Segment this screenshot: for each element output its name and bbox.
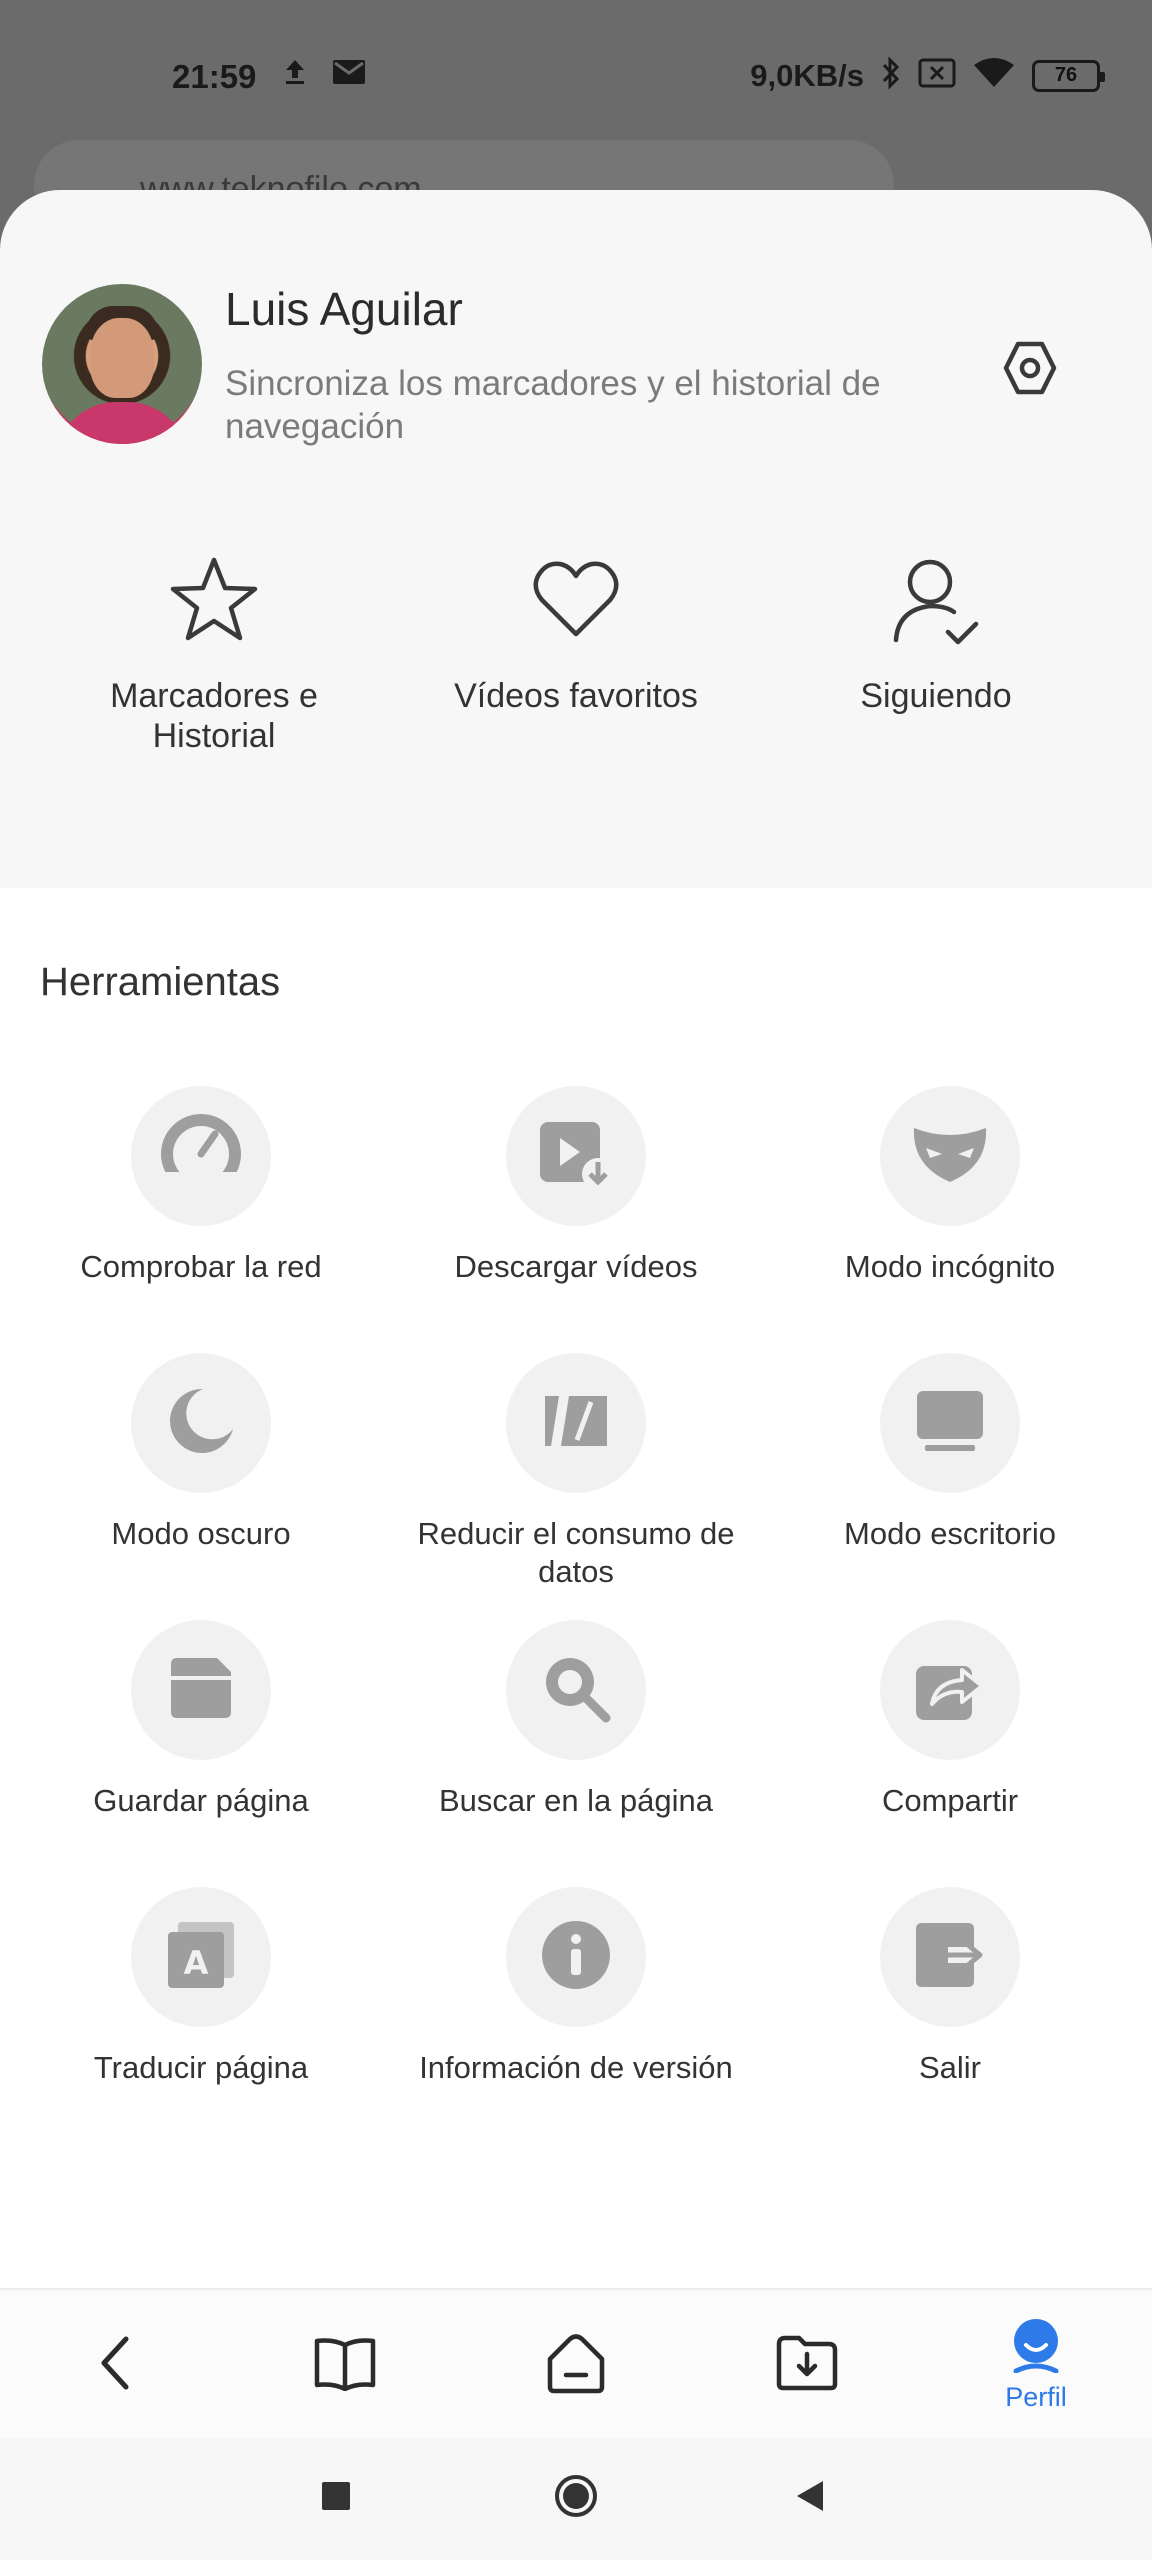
wifi-icon [972,57,1016,94]
tool-incognito[interactable]: Modo incógnito [760,1086,1140,1286]
upload-icon [282,58,308,91]
tools-section: Herramientas Comprobar la red Descargar … [0,888,1152,2288]
bluetooth-icon [880,56,902,95]
home-icon [544,2331,608,2400]
heart-icon [526,550,626,650]
exit-icon [914,1921,986,1994]
tool-label: Buscar en la página [438,1783,714,1818]
no-sim-icon [918,58,956,93]
tool-label: Modo escritorio [844,1516,1056,1551]
favorite-videos-button[interactable]: Vídeos favoritos [396,550,756,716]
sync-description[interactable]: Sincroniza los marcadores y el historial… [225,362,925,448]
star-icon [164,550,264,650]
tool-label: Reducir el consumo de datos [417,1516,735,1589]
recents-button[interactable] [306,2468,366,2528]
tool-label: Modo incógnito [844,1249,1056,1284]
tool-label: Comprobar la red [80,1249,322,1284]
favorite-videos-label: Vídeos favoritos [454,677,698,715]
tool-label: Modo oscuro [111,1516,291,1551]
tool-translate-page[interactable]: A Traducir página [11,1887,391,2087]
tool-desktop-mode[interactable]: Modo escritorio [760,1353,1140,1553]
profile-nav-label: Perfil [1005,2382,1067,2412]
bookmarks-history-label: Marcadores e Historial [110,677,318,755]
avatar[interactable] [42,284,202,444]
desktop-icon [915,1389,985,1458]
info-icon [540,1919,612,1996]
following-button[interactable]: Siguiendo [756,550,1116,716]
network-speed: 9,0KB/s [750,57,864,93]
settings-hexagon-icon [1001,339,1059,402]
tool-label: Traducir página [93,2050,309,2085]
back-button[interactable] [44,2290,184,2440]
system-navigation-bar [0,2438,1152,2560]
bookmarks-nav-button[interactable] [275,2290,415,2440]
speedometer-icon [159,1112,243,1201]
battery-indicator: 76 [1032,59,1105,92]
tool-check-network[interactable]: Comprobar la red [11,1086,391,1286]
tool-find-in-page[interactable]: Buscar en la página [386,1620,766,1820]
tool-exit[interactable]: Salir [760,1887,1140,2087]
bottom-navigation: Perfil [0,2288,1152,2438]
square-icon [321,2481,351,2516]
data-saver-icon [541,1388,611,1459]
tool-save-page[interactable]: Guardar página [11,1620,391,1820]
triangle-back-icon [793,2479,827,2518]
tool-download-videos[interactable]: Descargar vídeos [386,1086,766,1286]
profile-nav-button[interactable]: Perfil [966,2290,1106,2440]
settings-button[interactable] [990,330,1070,410]
moon-icon [165,1385,237,1462]
status-bar: 21:59 9,0KB/s 76 [0,0,1152,150]
home-system-button[interactable] [546,2468,606,2528]
tool-label: Información de versión [419,2050,733,2085]
svg-text:A: A [184,1944,209,1982]
chevron-left-icon [94,2333,134,2398]
translate-icon: A [166,1920,236,1995]
tool-data-saver[interactable]: Reducir el consumo de datos [386,1353,766,1591]
tool-label: Salir [918,2050,981,2085]
mail-icon [332,59,366,90]
tool-version-info[interactable]: Información de versión [386,1887,766,2087]
tool-dark-mode[interactable]: Modo oscuro [11,1353,391,1553]
search-icon [540,1652,612,1729]
tool-label: Guardar página [93,1783,309,1818]
tool-share[interactable]: Compartir [760,1620,1140,1820]
folder-download-icon [775,2334,839,2397]
tools-title: Herramientas [40,960,281,1004]
home-nav-button[interactable] [506,2290,646,2440]
bookmarks-history-button[interactable]: Marcadores e Historial [34,550,394,756]
circle-icon [554,2474,598,2523]
profile-sheet: Luis Aguilar Sincroniza los marcadores y… [0,190,1152,2560]
following-label: Siguiendo [860,677,1012,715]
save-icon [167,1654,235,1727]
profile-icon [1008,2317,1064,2378]
user-check-icon [886,550,986,650]
back-system-button[interactable] [780,2468,840,2528]
tool-label: Compartir [881,1783,1019,1818]
user-name[interactable]: Luis Aguilar [225,282,463,336]
tool-label: Descargar vídeos [454,1249,698,1284]
video-download-icon [538,1116,614,1197]
book-icon [313,2335,377,2396]
mask-icon [910,1122,990,1191]
downloads-nav-button[interactable] [737,2290,877,2440]
status-time: 21:59 [172,58,257,95]
share-icon [914,1654,986,1727]
